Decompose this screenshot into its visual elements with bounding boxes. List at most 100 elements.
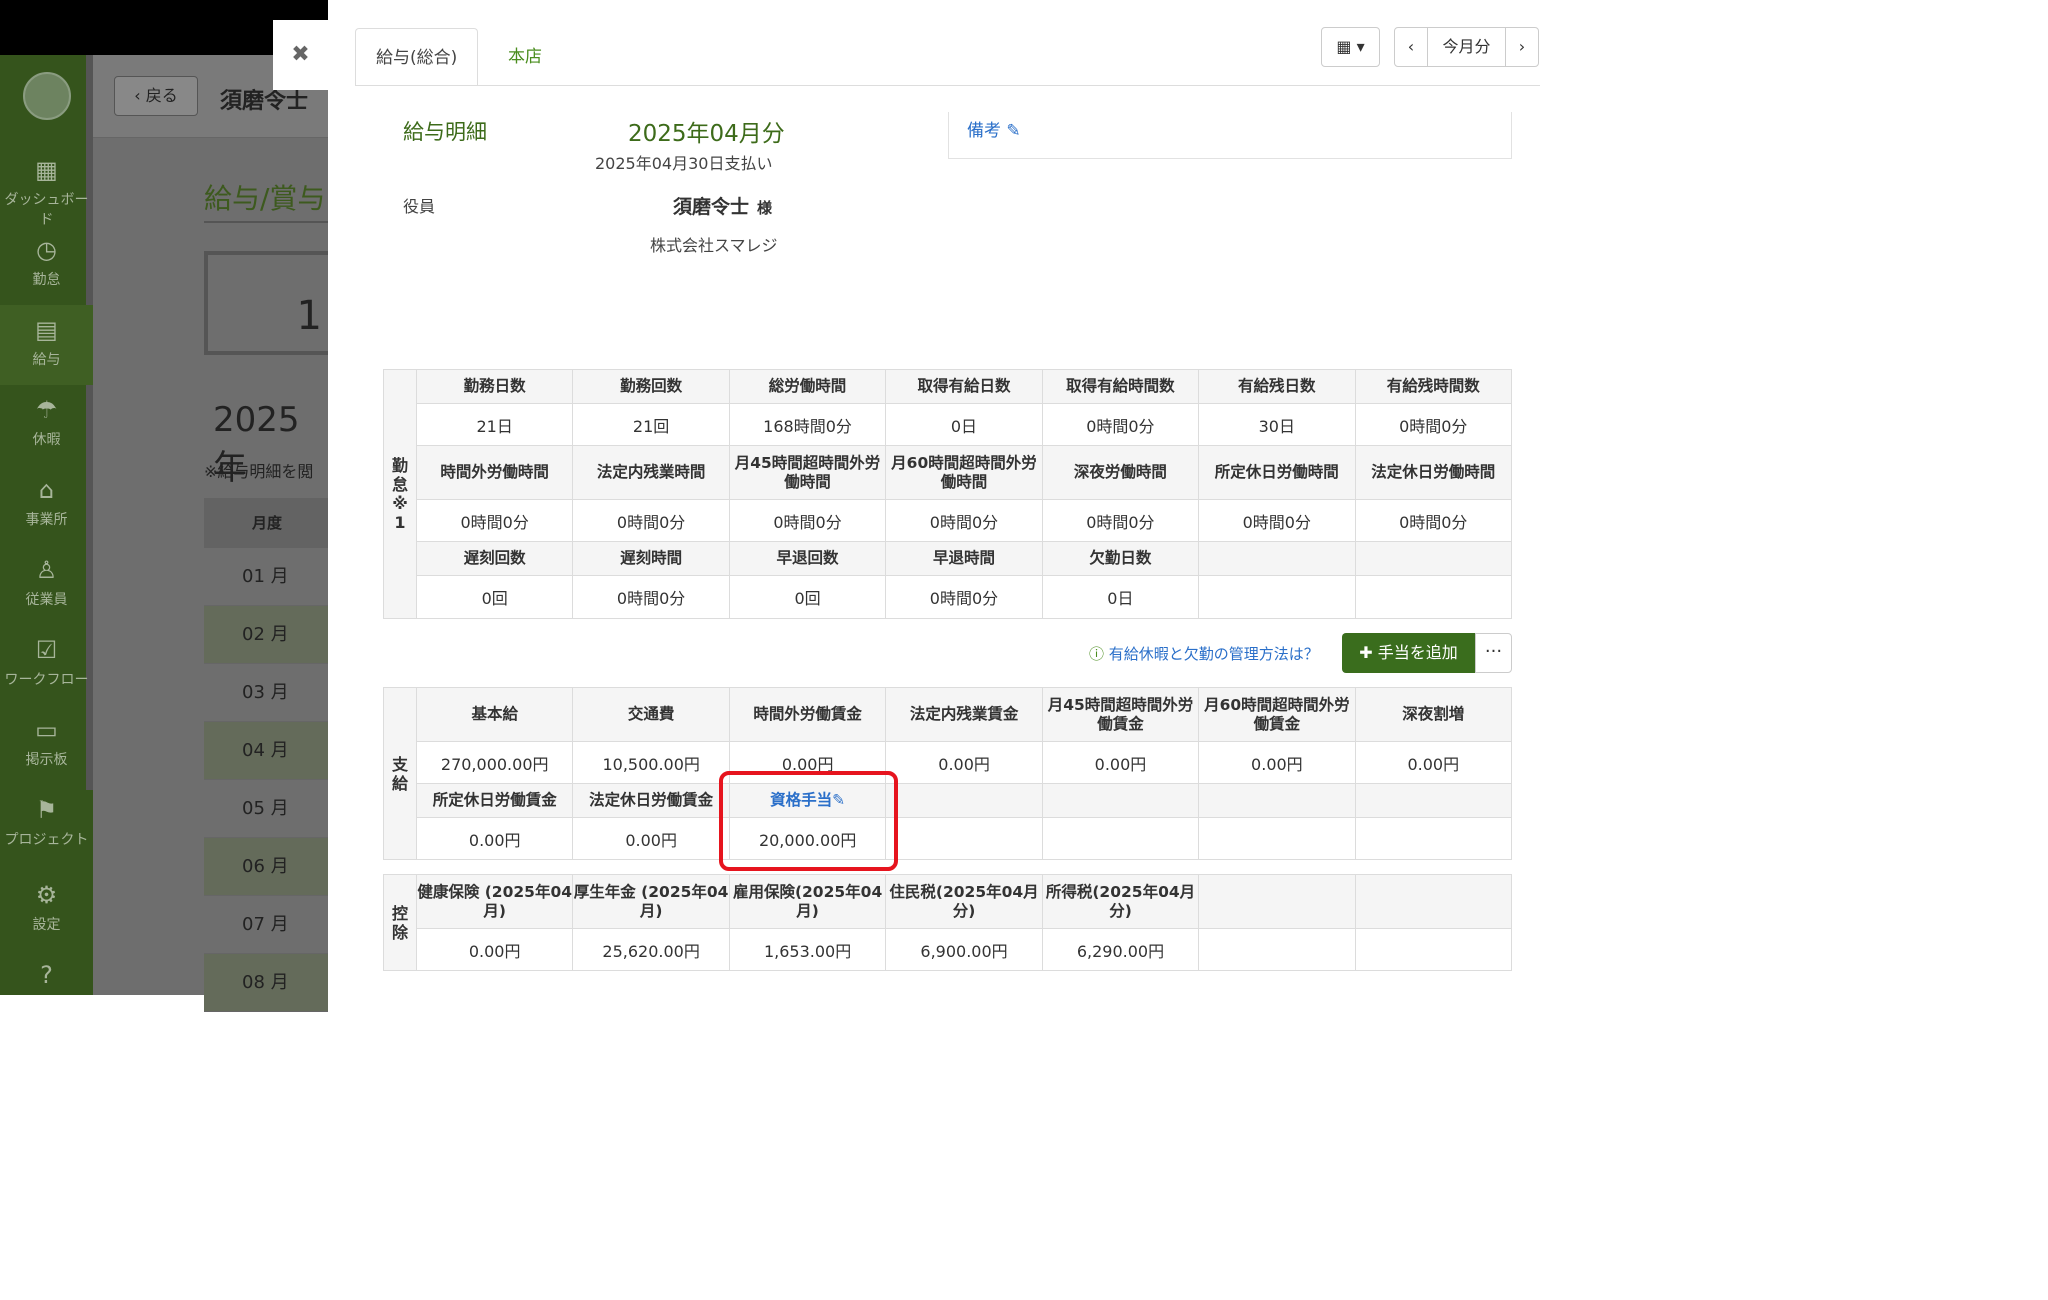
add-allowance-label: 手当を追加 (1377, 643, 1458, 662)
table-header: 深夜労働時間 (1041, 445, 1200, 500)
table-cell (1354, 928, 1513, 971)
table-header: 住民税(2025年04月分) (885, 874, 1043, 929)
tab-head-office[interactable]: 本店 (488, 28, 562, 86)
employee-name-text: 須磨令士 (673, 196, 750, 218)
paid-date: 2025年04月30日支払い (595, 154, 773, 173)
table-cell: 0時間0分 (572, 499, 730, 542)
caret-down-icon: ▾ (1356, 37, 1365, 56)
table-cell: 0時間0分 (1354, 403, 1513, 446)
table-header (1354, 874, 1513, 929)
table-cell: 0回 (728, 575, 887, 619)
table-cell: 0.00円 (572, 817, 730, 860)
home-icon: ⌂ (38, 476, 55, 504)
next-month-button[interactable]: › (1505, 27, 1539, 67)
table-cell: 0時間0分 (415, 499, 574, 542)
deduction-table: 控除 健康保険 (2025年04月) 厚生年金 (2025年04月) 雇用保険(… (383, 874, 1513, 971)
sidebar-item-employees[interactable]: ♙ 従業員 (0, 545, 93, 625)
month-row[interactable]: 02 月 (204, 606, 328, 664)
chevron-right-icon: › (1518, 37, 1526, 56)
calendar-dropdown-button[interactable]: ▦ ▾ (1321, 27, 1380, 67)
month-row[interactable]: 03 月 (204, 664, 328, 722)
pencil-icon[interactable]: ✎ (1006, 121, 1020, 141)
table-cell: 0日 (885, 403, 1043, 446)
table-cell: 0時間0分 (885, 499, 1043, 542)
table-header: 法定内残業賃金 (885, 687, 1043, 742)
table-header: 健康保険 (2025年04月) (415, 874, 574, 929)
table-cell: 168時間0分 (728, 403, 887, 446)
table-header: 早退回数 (728, 541, 887, 576)
sidebar-item-project[interactable]: ⚑ プロジェクト (0, 785, 93, 865)
close-button[interactable]: ✖ (273, 20, 328, 90)
month-row[interactable]: 05 月 (204, 780, 328, 838)
help-link[interactable]: ⓘ 有給休暇と欠勤の管理方法は？ (1089, 643, 1319, 664)
tab-divider (355, 85, 1540, 86)
month-row[interactable]: 06 月 (204, 838, 328, 896)
sidebar-item-attendance[interactable]: ◷ 勤怠 (0, 225, 93, 305)
sidebar-item-payroll[interactable]: ▤ 給与 (0, 305, 93, 385)
flag-icon: ⚑ (35, 796, 58, 824)
question-circle-icon: ⓘ (1089, 645, 1105, 663)
month-row[interactable]: 08 月 (204, 954, 328, 1012)
more-options-button[interactable]: ··· (1475, 633, 1512, 673)
table-header (885, 783, 1043, 818)
sidebar-item-board[interactable]: ▭ 掲示板 (0, 705, 93, 785)
table-cell: 0.00円 (415, 817, 574, 860)
table-cell: 0.00円 (415, 928, 574, 971)
sidebar-item-leave[interactable]: ☂ 休暇 (0, 385, 93, 465)
table-cell (1198, 817, 1356, 860)
month-header: 月度 (204, 498, 328, 548)
sidebar-item-help[interactable]: ? (0, 950, 93, 1030)
background-title: 給与/賞与 (204, 182, 326, 215)
table-header: 遅刻回数 (415, 541, 574, 576)
sidebar-item-office[interactable]: ⌂ 事業所 (0, 465, 93, 545)
clipboard-check-icon: ☑ (35, 636, 58, 664)
remarks-link[interactable]: 備考 (967, 121, 1001, 141)
dashboard-icon: ▦ (35, 156, 58, 184)
background-note: ※給与明細を閲 (204, 462, 314, 481)
avatar[interactable] (23, 72, 71, 120)
clock-icon: ◷ (36, 236, 57, 264)
prev-month-button[interactable]: ‹ (1394, 27, 1428, 67)
calculator-icon: ▤ (35, 316, 58, 344)
umbrella-icon: ☂ (35, 396, 58, 424)
table-header: 月60時間超時間外労働時間 (885, 445, 1043, 500)
table-cell: 6,290.00円 (1041, 928, 1200, 971)
message-icon: ▭ (35, 716, 58, 744)
back-button[interactable]: ‹ 戻る (114, 76, 198, 116)
month-row[interactable]: 04 月 (204, 722, 328, 780)
table-cell (1354, 575, 1513, 619)
month-row[interactable]: 07 月 (204, 896, 328, 954)
table-cell (885, 817, 1043, 860)
attendance-table: 勤怠 ※ 1 勤務日数 勤務回数 総労働時間 取得有給日数 取得有給時間数 有給残日… (383, 369, 1513, 619)
add-allowance-button[interactable]: ✚ 手当を追加 (1342, 633, 1475, 673)
table-header: 月60時間超時間外労働賃金 (1198, 687, 1356, 742)
tab-payroll-total[interactable]: 給与(総合) (355, 28, 479, 86)
table-header: 所定休日労働賃金 (415, 783, 574, 818)
slip-month: 2025年04月分 (628, 121, 785, 147)
table-cell: 0.00円 (1041, 741, 1200, 784)
sidebar-item-label: 事業所 (25, 512, 68, 528)
plus-icon: ✚ (1359, 643, 1373, 662)
sidebar-item-settings[interactable]: ⚙ 設定 (0, 870, 93, 950)
company-name: 株式会社スマレジ (650, 236, 778, 255)
table-header: 所定休日労働時間 (1198, 445, 1356, 500)
table-header: 早退時間 (885, 541, 1043, 576)
table-cell (1354, 817, 1513, 860)
table-header: 有給残時間数 (1354, 369, 1513, 404)
divider (204, 221, 328, 223)
highlight-box (719, 771, 898, 871)
month-row[interactable]: 01 月 (204, 548, 328, 606)
table-header (1354, 541, 1513, 576)
table-header: 有給残日数 (1198, 369, 1356, 404)
payment-table: 支給 基本給 交通費 時間外労働賃金 法定内残業賃金 月45時間超時間外労働賃金… (383, 687, 1513, 860)
slip-title: 給与明細 (403, 120, 487, 144)
table-cell (1198, 575, 1356, 619)
table-header (1041, 783, 1200, 818)
current-month-button[interactable]: 今月分 (1427, 27, 1506, 67)
sidebar-item-workflow[interactable]: ☑ ワークフロー (0, 625, 93, 705)
table-header: 取得有給日数 (885, 369, 1043, 404)
sidebar-item-label: ダッシュボード (4, 192, 89, 228)
sidebar-item-dashboard[interactable]: ▦ ダッシュボード (0, 145, 93, 228)
attendance-section-label: 勤怠 ※ 1 (383, 369, 417, 619)
table-cell: 21日 (415, 403, 574, 446)
